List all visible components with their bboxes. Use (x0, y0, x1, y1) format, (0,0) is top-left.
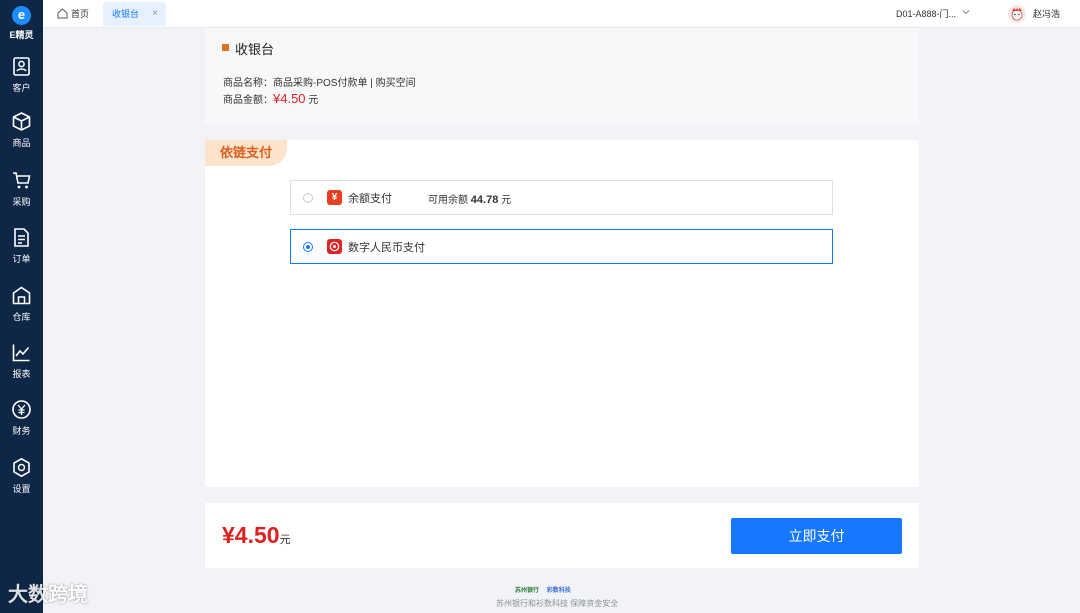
digital-rmb-icon (327, 239, 342, 254)
available-balance-unit: 元 (501, 195, 512, 206)
sidebar-item-label: 设置 (12, 484, 31, 494)
yuan-icon (12, 400, 31, 419)
total-amount: ¥4.50元 (222, 522, 291, 549)
chevron-down-icon[interactable] (961, 7, 971, 17)
product-name-row: 商品名称：商品采购-POS付款单 | 购买空间 (223, 74, 416, 89)
pay-now-button[interactable]: 立即支付 (731, 518, 902, 554)
tab-cashier-label: 收银台 (112, 9, 140, 19)
watermark: 大数跨境 (8, 584, 88, 606)
sidebar-item-goods[interactable]: 商品 (0, 111, 43, 159)
store-selector[interactable]: D01-A888-门... (896, 0, 956, 28)
sidebar-item-label: 仓库 (12, 312, 31, 322)
avatar[interactable] (1008, 5, 1026, 23)
logo-text: E精灵 (9, 30, 34, 40)
radio-digital-rmb[interactable] (303, 242, 313, 252)
document-icon (14, 228, 29, 247)
available-balance-value: 44.78 (470, 194, 499, 206)
tab-home-label: 首页 (71, 9, 90, 19)
sidebar-item-label: 财务 (12, 426, 31, 436)
total-amount-value: ¥4.50 (222, 522, 280, 548)
order-summary-card: 收银台 商品名称：商品采购-POS付款单 | 购买空间 商品金额：¥4.50 元 (205, 28, 919, 125)
sidebar-item-label: 客户 (12, 83, 31, 93)
payment-panel: 依链支付 ¥ 余额支付 可用余额 44.78 元 数字人民币支付 (205, 140, 919, 487)
payment-option-digital-rmb[interactable]: 数字人民币支付 (290, 229, 833, 264)
sidebar-item-label: 采购 (12, 197, 31, 207)
sidebar-item-warehouse[interactable]: 仓库 (0, 285, 43, 333)
close-icon[interactable]: × (152, 2, 158, 26)
tab-home[interactable]: 首页 (55, 2, 99, 26)
home-icon (57, 8, 68, 19)
title-marker (222, 44, 229, 51)
warehouse-icon (12, 286, 31, 305)
sidebar: e E精灵 客户 商品 采购 订单 仓库 报表 财务 设置 (0, 0, 43, 613)
bank-logo: 苏州银行 (515, 588, 540, 594)
product-amount-value: ¥4.50 (273, 91, 306, 106)
security-note: 苏州银行和衫数科技 保障资金安全 (496, 599, 619, 608)
username[interactable]: 赵冯浩 (1033, 0, 1060, 28)
partner-logos: 苏州银行 彩数科技 (515, 585, 571, 597)
payment-option-balance[interactable]: ¥ 余额支付 可用余额 44.78 元 (290, 180, 833, 215)
total-amount-unit: 元 (279, 534, 291, 546)
top-bar: 首页 收银台 × D01-A888-门... 赵冯浩 (43, 0, 1080, 28)
tab-cashier[interactable]: 收银台 × (103, 2, 166, 26)
settings-icon (13, 457, 30, 478)
payment-option-label: 数字人民币支付 (348, 242, 425, 254)
product-amount-unit: 元 (308, 95, 319, 106)
checkout-bar: ¥4.50元 立即支付 (205, 503, 919, 568)
product-name-label: 商品名称： (223, 78, 273, 89)
sidebar-item-settings[interactable]: 设置 (0, 457, 43, 505)
available-balance: 可用余额 44.78 元 (428, 191, 511, 206)
sidebar-item-label: 报表 (12, 369, 31, 379)
sidebar-item-orders[interactable]: 订单 (0, 227, 43, 275)
sidebar-item-label: 商品 (12, 138, 31, 148)
box-icon (12, 112, 31, 131)
available-balance-label: 可用余额 (428, 195, 468, 206)
sidebar-item-finance[interactable]: 财务 (0, 399, 43, 447)
radio-balance[interactable] (303, 193, 313, 203)
product-amount-label: 商品金额： (223, 95, 273, 106)
app-logo[interactable]: e E精灵 (0, 0, 43, 44)
page-title: 收银台 (235, 42, 275, 57)
digital-rmb-glyph (329, 241, 340, 252)
wallet-yuan-icon: ¥ (327, 190, 342, 205)
chart-icon (12, 344, 30, 362)
cart-icon (13, 172, 31, 189)
sidebar-item-customer[interactable]: 客户 (0, 56, 43, 104)
sidebar-item-reports[interactable]: 报表 (0, 342, 43, 390)
product-name-value: 商品采购-POS付款单 | 购买空间 (273, 78, 416, 89)
customer-icon (13, 57, 30, 76)
payment-section-title: 依链支付 (205, 140, 287, 166)
tech-logo: 彩数科技 (546, 588, 571, 594)
product-amount-row: 商品金额：¥4.50 元 (223, 91, 318, 106)
logo-icon: e (12, 6, 31, 25)
payment-option-label: 余额支付 (348, 193, 392, 205)
avatar-icon (1011, 7, 1023, 21)
sidebar-item-purchase[interactable]: 采购 (0, 170, 43, 218)
sidebar-item-label: 订单 (12, 254, 31, 264)
